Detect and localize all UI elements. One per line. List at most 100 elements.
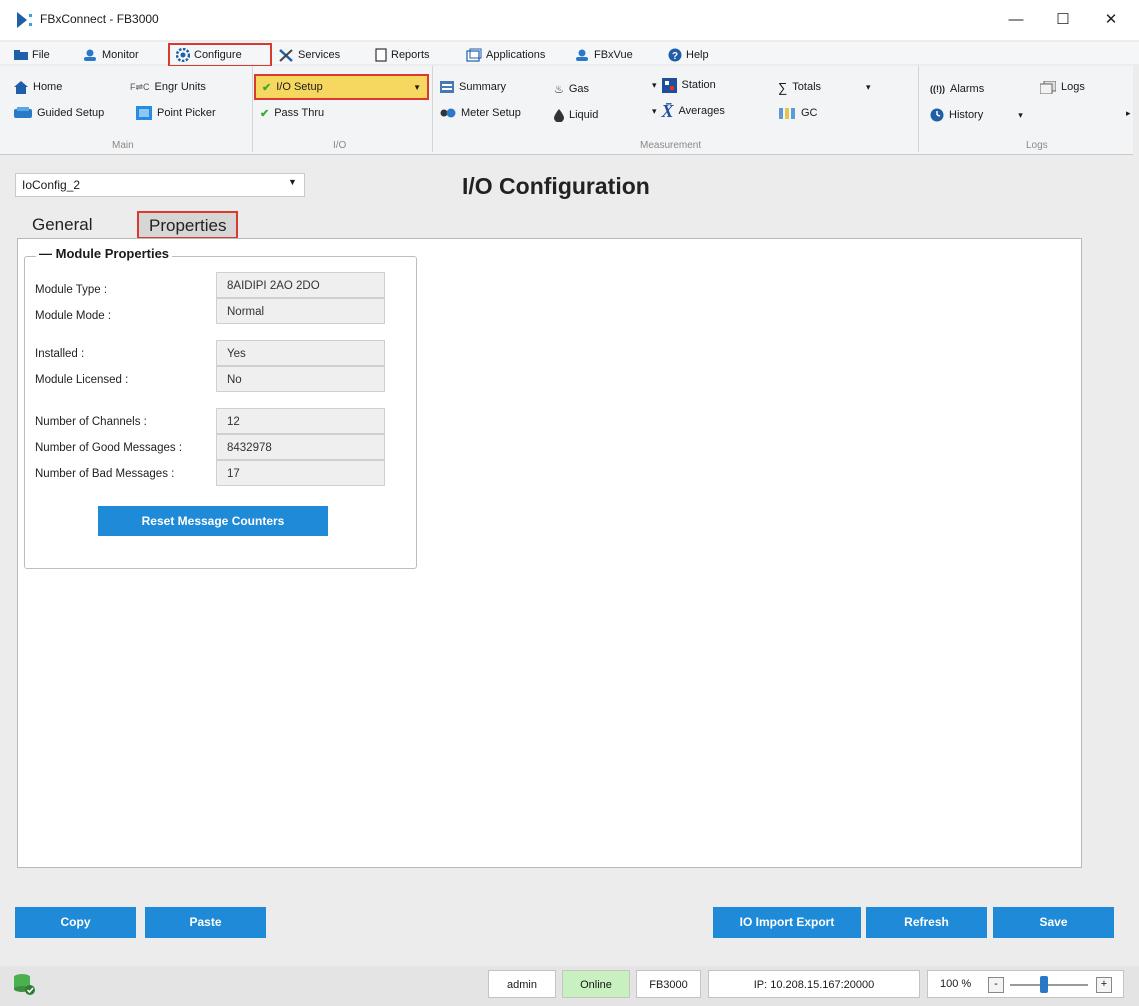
minimize-button[interactable]: — xyxy=(998,8,1034,32)
droplet-icon xyxy=(554,108,564,122)
ribbon-logs[interactable]: Logs xyxy=(1040,78,1085,96)
close-button[interactable]: ✕ xyxy=(1093,8,1129,32)
ribbon-averages[interactable]: ▾ X̄ Averages xyxy=(652,100,725,121)
menu-help[interactable]: ? Help xyxy=(668,46,709,64)
tab-general[interactable]: General xyxy=(22,212,102,238)
bad-messages-label: Number of Bad Messages : xyxy=(35,468,175,480)
menu-monitor[interactable]: Monitor xyxy=(82,46,139,64)
logs-icon xyxy=(1040,80,1056,94)
ribbon-pass-thru[interactable]: ✔ Pass Thru xyxy=(260,104,324,122)
check-icon: ✔ xyxy=(260,107,270,120)
title-bar xyxy=(0,0,1139,40)
menu-file[interactable]: File xyxy=(14,46,50,64)
ribbon-alarms-label: Alarms xyxy=(950,83,985,95)
module-licensed-value: No xyxy=(216,366,385,392)
menu-fbxvue[interactable]: FBxVue xyxy=(574,46,633,64)
summary-icon xyxy=(440,81,454,93)
zoom-slider-track[interactable] xyxy=(1010,984,1088,986)
module-mode-label: Module Mode : xyxy=(35,310,112,322)
guided-setup-icon xyxy=(14,107,32,118)
ribbon-station-label: Station xyxy=(681,79,716,91)
chevron-down-icon: ▾ xyxy=(652,105,657,116)
gear-icon xyxy=(176,48,190,62)
ribbon-summary[interactable]: Summary xyxy=(440,78,506,96)
help-icon: ? xyxy=(668,48,682,62)
ribbon-totals[interactable]: ∑ Totals ▾ xyxy=(778,78,871,96)
ribbon-engr-units-label: Engr Units xyxy=(154,81,206,93)
ribbon-guided-setup-label: Guided Setup xyxy=(37,107,105,119)
averages-icon: X̄ xyxy=(661,100,674,121)
ribbon-history-label: History xyxy=(949,109,984,121)
refresh-button[interactable]: Refresh xyxy=(866,907,987,938)
menu-applications[interactable]: Applications xyxy=(466,46,545,64)
ribbon-point-picker[interactable]: Point Picker xyxy=(136,104,216,122)
ribbon-station[interactable]: ▾ Station xyxy=(652,76,716,94)
ribbon-point-picker-label: Point Picker xyxy=(157,107,216,119)
menu-services[interactable]: Services xyxy=(278,46,340,64)
app-logo-icon xyxy=(17,12,32,28)
ribbon-alarms[interactable]: ((!)) Alarms xyxy=(930,80,984,98)
ribbon-summary-label: Summary xyxy=(459,81,507,93)
maximize-button[interactable]: ☐ xyxy=(1045,8,1081,32)
ribbon-io-setup-label: I/O Setup xyxy=(276,81,323,93)
ribbon-separator xyxy=(252,66,253,152)
ribbon-separator xyxy=(432,66,433,152)
ribbon-io-setup[interactable]: ✔ I/O Setup ▼ xyxy=(254,74,429,100)
ribbon-home[interactable]: Home xyxy=(14,78,62,96)
ribbon-group-measurement: Measurement xyxy=(640,140,702,151)
ribbon-gas[interactable]: ♨ Gas xyxy=(554,80,589,98)
menu-reports[interactable]: Reports xyxy=(375,46,430,64)
paste-button[interactable]: Paste xyxy=(145,907,266,938)
io-import-export-button[interactable]: IO Import Export xyxy=(713,907,861,938)
ribbon-history[interactable]: History ▾ xyxy=(930,106,1023,124)
ribbon-logs-label: Logs xyxy=(1061,81,1085,93)
ribbon-meter-setup[interactable]: Meter Setup xyxy=(440,104,521,122)
window-title: FBxConnect - FB3000 xyxy=(40,12,159,26)
ribbon-group-io: I/O xyxy=(333,140,347,151)
ribbon-home-label: Home xyxy=(33,81,63,93)
config-select[interactable]: IoConfig_2 ▼ xyxy=(15,173,305,197)
gc-icon xyxy=(779,107,795,119)
engr-units-icon: F⇌C xyxy=(130,81,150,92)
station-icon xyxy=(661,77,677,93)
copy-button[interactable]: Copy xyxy=(15,907,136,938)
menu-help-label: Help xyxy=(686,49,709,61)
home-icon xyxy=(14,80,28,94)
module-properties-title-text: Module Properties xyxy=(55,246,170,261)
zoom-out-button[interactable]: - xyxy=(988,977,1004,993)
good-messages-label: Number of Good Messages : xyxy=(35,442,183,454)
chevron-down-icon: ▾ xyxy=(1018,109,1023,120)
alarm-icon: ((!)) xyxy=(930,84,945,94)
chevron-down-icon: ▾ xyxy=(652,79,657,90)
zoom-slider-thumb[interactable] xyxy=(1040,976,1048,993)
history-icon xyxy=(930,108,944,122)
point-picker-icon xyxy=(136,106,152,120)
wrench-icon xyxy=(279,49,293,62)
menu-configure-label: Configure xyxy=(194,49,242,61)
ribbon-guided-setup[interactable]: Guided Setup xyxy=(14,104,104,122)
ribbon-liquid[interactable]: Liquid xyxy=(554,106,598,124)
svg-text:?: ? xyxy=(672,51,678,62)
module-type-value: 8AIDIPI 2AO 2DO xyxy=(216,272,385,298)
save-button[interactable]: Save xyxy=(993,907,1114,938)
menu-configure[interactable]: Configure xyxy=(168,43,272,67)
menu-file-label: File xyxy=(32,49,50,61)
installed-label: Installed : xyxy=(35,348,85,360)
good-messages-value: 8432978 xyxy=(216,434,385,460)
chevron-down-icon: ▼ xyxy=(413,82,421,92)
folder-icon xyxy=(14,50,28,60)
window-icon xyxy=(466,48,482,62)
tab-properties[interactable]: Properties xyxy=(137,211,239,239)
ribbon-engr-units[interactable]: F⇌C Engr Units xyxy=(130,78,206,96)
zoom-in-button[interactable]: + xyxy=(1096,977,1112,993)
module-properties-title: — Module Properties xyxy=(36,246,173,261)
reset-message-counters-button[interactable]: Reset Message Counters xyxy=(98,506,328,536)
ribbon-gc[interactable]: GC xyxy=(778,104,818,122)
ribbon-totals-label: Totals xyxy=(792,81,822,93)
bad-messages-value: 17 xyxy=(216,460,385,486)
ribbon-scroll-right-icon[interactable]: ▸ xyxy=(1126,108,1131,119)
module-mode-value: Normal xyxy=(216,298,385,324)
ribbon-separator xyxy=(918,66,919,152)
menu-fbxvue-label: FBxVue xyxy=(594,49,633,61)
database-status-icon xyxy=(14,974,35,995)
